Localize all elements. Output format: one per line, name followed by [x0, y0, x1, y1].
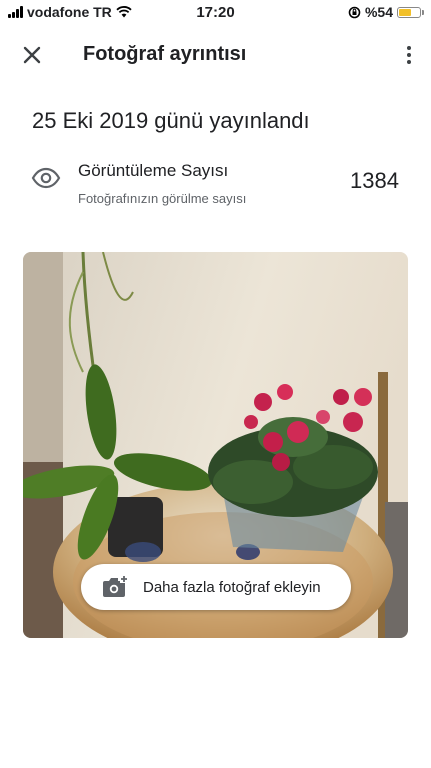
close-icon [23, 46, 41, 64]
orientation-lock-icon [348, 6, 361, 18]
photo-card[interactable]: Daha fazla fotoğraf ekleyin [23, 252, 408, 638]
battery-icon [397, 6, 424, 18]
page-title: Fotoğraf ayrıntısı [83, 43, 247, 65]
views-title: Görüntüleme Sayısı [78, 161, 229, 180]
more-vert-icon [407, 46, 411, 50]
published-date: 25 Eki 2019 günü yayınlandı [32, 108, 310, 133]
eye-icon [31, 167, 61, 189]
add-photo-icon [103, 575, 128, 597]
status-right: %54 [348, 4, 424, 20]
more-options-button[interactable] [401, 40, 417, 70]
app-bar: Fotoğraf ayrıntısı [0, 30, 431, 80]
views-count: 1384 [350, 168, 399, 193]
views-subtitle: Fotoğrafınızın görülme sayısı [78, 191, 247, 206]
battery-percent: %54 [364, 4, 393, 20]
views-row: Görüntüleme Sayısı Fotoğrafınızın görülm… [0, 158, 431, 218]
add-more-photos-button[interactable]: Daha fazla fotoğraf ekleyin [81, 564, 351, 610]
add-more-photos-label: Daha fazla fotoğraf ekleyin [143, 578, 321, 596]
status-bar: vodafone TR 17:20 %54 [0, 0, 431, 24]
close-button[interactable] [18, 41, 46, 69]
